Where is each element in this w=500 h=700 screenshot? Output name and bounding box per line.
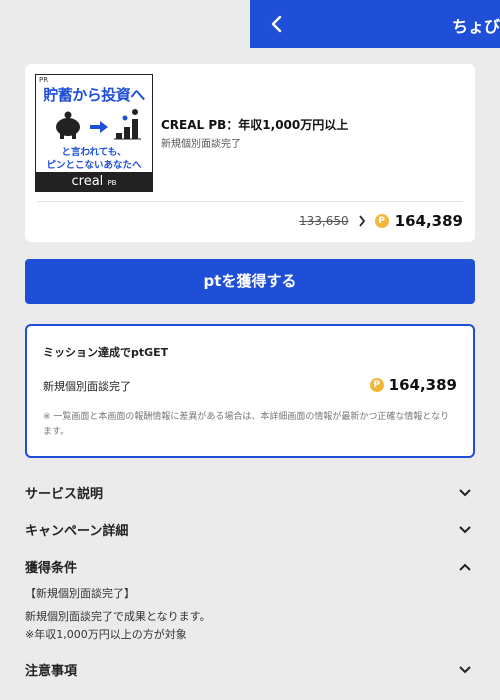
mission-title: ミッション達成でptGET — [43, 346, 169, 359]
old-points: 133,650 — [299, 214, 349, 228]
new-points: 164,389 — [394, 212, 463, 230]
chevron-down-icon — [459, 489, 471, 497]
chevron-right-icon — [355, 214, 369, 228]
divider — [37, 201, 463, 202]
conditions-content: 【新規個別面談完了】 新規個別面談完了で成果となります。 ※年収1,000万円以… — [25, 585, 211, 644]
app-header: ちょびリッチ — [250, 0, 500, 48]
banner-sub-line2: ピンとこないあなたへ — [46, 160, 142, 171]
banner-subtext: と言われても、 ピンとこないあなたへ — [36, 146, 152, 172]
creal-logo: creal PB — [36, 172, 152, 191]
banner-sub-line1: と言われても、 — [61, 147, 127, 158]
section-label: 注意事項 — [25, 664, 78, 679]
mission-note: ※ 一覧画面と本画面の報酬情報に差異がある場合は、本詳細画面の情報が最新かつ正確… — [43, 412, 450, 437]
chevron-up-icon — [459, 563, 471, 571]
logo-text: creal — [71, 174, 104, 189]
header-title: ちょびリッチ — [452, 17, 500, 36]
offer-subtitle: 新規個別面談完了 — [161, 139, 241, 150]
mission-points: P 164,389 — [369, 376, 457, 394]
offer-banner: PR 貯蓄から投資へ と言われても、 ピンとこないあなたへ creal PB — [35, 74, 153, 192]
offer-title: CREAL PB：年収1,000万円以上 — [161, 118, 349, 132]
point-coin-icon: P — [374, 214, 389, 228]
mission-box: ミッション達成でptGET 新規個別面談完了 P 164,389 ※ 一覧画面と… — [25, 324, 475, 458]
section-campaign-details[interactable]: キャンペーン詳細 — [25, 518, 475, 540]
mission-points-value: 164,389 — [388, 376, 457, 394]
section-service-description[interactable]: サービス説明 — [25, 481, 475, 503]
banner-headline: 貯蓄から投資へ — [43, 86, 145, 104]
section-label: キャンペーン詳細 — [25, 524, 129, 539]
conditions-line1: 新規個別面談完了で成果となります。 — [25, 610, 211, 623]
pr-label: PR — [39, 76, 49, 84]
chevron-down-icon — [459, 666, 471, 674]
conditions-line2: ※年収1,000万円以上の方が対象 — [25, 628, 187, 641]
mission-condition: 新規個別面談完了 — [43, 380, 131, 393]
section-acquisition-conditions[interactable]: 獲得条件 — [25, 555, 475, 577]
section-label: サービス説明 — [25, 487, 104, 502]
conditions-heading: 【新規個別面談完了】 — [25, 587, 135, 600]
chevron-down-icon — [459, 526, 471, 534]
piggy-bank-to-investment-icon — [56, 109, 141, 140]
get-points-button[interactable]: ptを獲得する — [25, 259, 475, 304]
chevron-left-icon — [271, 15, 282, 33]
offer-card[interactable]: PR 貯蓄から投資へ と言われても、 ピンとこないあなたへ creal PB C… — [25, 64, 475, 242]
section-label: 獲得条件 — [25, 561, 78, 576]
point-coin-icon: P — [369, 378, 384, 392]
points-row: 133,650 P 164,389 — [299, 212, 463, 230]
back-button[interactable] — [264, 12, 288, 36]
section-notes[interactable]: 注意事項 — [25, 658, 475, 680]
logo-suffix: PB — [107, 179, 117, 187]
